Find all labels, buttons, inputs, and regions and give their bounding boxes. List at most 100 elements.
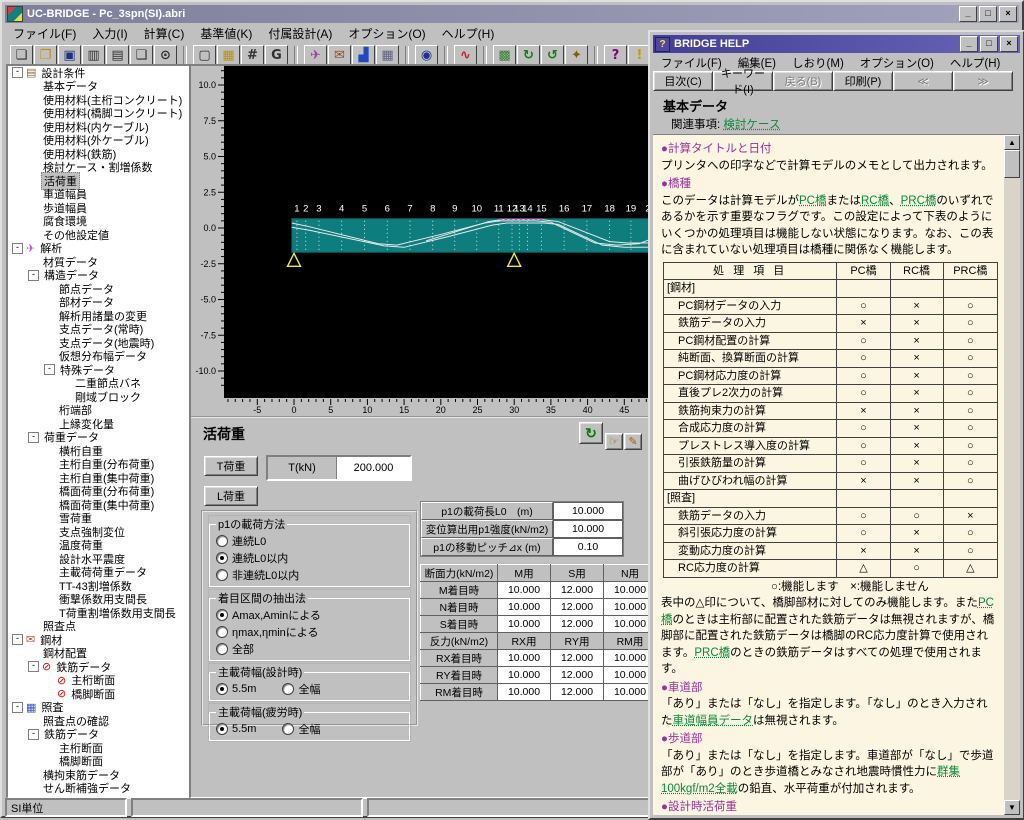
radio-option[interactable]: 全幅 <box>282 721 320 737</box>
radio-icon[interactable] <box>216 643 228 655</box>
help-maximize-icon[interactable]: □ <box>980 36 998 52</box>
parameter-value[interactable]: 10.000 <box>553 520 623 538</box>
monitor-button[interactable]: ▢ <box>193 45 216 66</box>
help-menu-item[interactable]: しおり(M) <box>784 54 852 72</box>
force-value-cell[interactable]: 10.000 <box>498 582 551 599</box>
expand-toggle-icon[interactable]: - <box>28 661 39 672</box>
help-menu-item[interactable]: ファイル(F) <box>653 54 730 72</box>
help-link[interactable]: PC橋 <box>799 195 826 207</box>
zoom-preview-button[interactable]: ⊙ <box>154 45 177 66</box>
edit-table-button[interactable]: ▩ <box>493 45 516 66</box>
refresh-all-button[interactable]: ↺ <box>541 45 564 66</box>
t-load-value[interactable]: 200.000 <box>337 457 410 479</box>
help-link[interactable]: PRC橋 <box>694 647 730 659</box>
main-title-bar[interactable]: UC-BRIDGE - Pc_3spn(SI).abri _ □ × <box>5 5 1019 23</box>
print-preview-button[interactable]: ❑ <box>130 45 153 66</box>
maximize-icon[interactable]: □ <box>979 6 997 22</box>
radio-option[interactable]: 非連続L0以内 <box>216 567 403 583</box>
radio-icon[interactable] <box>216 535 228 547</box>
tree-item[interactable]: -✉鋼材 <box>8 633 189 647</box>
print-button[interactable]: ▤ <box>106 45 129 66</box>
open-folder-button[interactable]: ❐ <box>34 45 57 66</box>
t-load-button[interactable]: T荷重 <box>204 456 258 476</box>
force-value-cell[interactable]: 10.000 <box>498 616 551 633</box>
save-button[interactable]: ▣ <box>58 45 81 66</box>
expand-toggle-icon[interactable]: - <box>12 702 23 713</box>
help-related-link[interactable]: 検討ケース <box>723 119 780 131</box>
radio-icon[interactable] <box>282 683 294 695</box>
minimize-icon[interactable]: _ <box>959 6 977 22</box>
main-menu-item[interactable]: オプション(O) <box>340 24 433 43</box>
help-toolbar-button[interactable]: 目次(C) <box>653 71 713 91</box>
help-link[interactable]: 群集100kgf/m2全載 <box>661 766 960 795</box>
radio-icon[interactable] <box>216 569 228 581</box>
tree-item[interactable]: その他設定値 <box>8 228 189 242</box>
tree-item[interactable]: 橋面荷重(集中荷重) <box>8 498 189 512</box>
expand-toggle-icon[interactable]: - <box>12 634 23 645</box>
main-menu-item[interactable]: 入力(I) <box>84 24 135 43</box>
chart-button[interactable]: ▟ <box>352 45 375 66</box>
help-menu-item[interactable]: ヘルプ(H) <box>942 54 1008 72</box>
main-menu-item[interactable]: ファイル(F) <box>5 24 84 43</box>
radio-option[interactable]: 5.5m <box>216 681 256 697</box>
graph-button[interactable]: ∿ <box>454 45 477 66</box>
force-value-cell[interactable]: 10.000 <box>498 667 551 684</box>
radio-option[interactable]: ηmax,ηminによる <box>216 624 403 640</box>
main-menu-item[interactable]: 付属設計(A) <box>260 24 340 43</box>
scroll-thumb[interactable] <box>1004 150 1020 178</box>
force-value-cell[interactable]: 12.000 <box>551 684 604 701</box>
help-toolbar-button[interactable]: キーワード(I) <box>713 71 773 91</box>
help-menu-item[interactable]: オプション(O) <box>852 54 942 72</box>
force-value-cell[interactable]: 12.000 <box>551 667 604 684</box>
radio-option[interactable]: 全部 <box>216 641 403 657</box>
help-toolbar-button[interactable]: 印刷(P) <box>833 71 893 91</box>
help-title-bar[interactable]: ? BRIDGE HELP _ □ × <box>653 35 1020 53</box>
main-menu-item[interactable]: ヘルプ(H) <box>434 24 503 43</box>
tree-item[interactable]: 剛域ブロック <box>8 390 189 404</box>
radio-icon[interactable] <box>216 723 228 735</box>
globe-button[interactable]: ◉ <box>415 45 438 66</box>
force-value-cell[interactable]: 12.000 <box>551 599 604 616</box>
archive-button[interactable]: ▦ <box>217 45 240 66</box>
tree-item[interactable]: 車道幅員 <box>8 188 189 202</box>
main-menu-item[interactable]: 基準値(K) <box>192 24 260 43</box>
help-link[interactable]: PRC橋 <box>901 195 937 207</box>
tree-item[interactable]: せん断補強データ <box>8 782 189 796</box>
model-button[interactable]: ✈ <box>304 45 327 66</box>
force-value-cell[interactable]: 10.000 <box>498 599 551 616</box>
radio-icon[interactable] <box>216 683 228 695</box>
force-value-cell[interactable]: 12.000 <box>551 650 604 667</box>
expand-toggle-icon[interactable]: - <box>28 432 39 443</box>
help-button[interactable]: ? <box>604 45 627 66</box>
scroll-down-icon[interactable]: ▼ <box>1004 800 1020 815</box>
tree-item[interactable]: 活荷重 <box>8 174 189 188</box>
member-button[interactable]: ✉ <box>328 45 351 66</box>
force-value-cell[interactable]: 12.000 <box>551 616 604 633</box>
radio-option[interactable]: 連続L0以内 <box>216 550 403 566</box>
force-value-cell[interactable]: 10.000 <box>498 650 551 667</box>
force-value-cell[interactable]: 10.000 <box>498 684 551 701</box>
hand-pointer-button[interactable]: ☞ <box>605 433 623 450</box>
expand-toggle-icon[interactable]: - <box>28 270 39 281</box>
pen-help-button[interactable]: ✎ <box>624 433 642 450</box>
tree-item[interactable]: 検討ケース・割増係数 <box>8 161 189 175</box>
expand-toggle-icon[interactable]: - <box>28 729 39 740</box>
refresh-button[interactable]: ↻ <box>517 45 540 66</box>
help-link[interactable]: 車道幅員データ <box>673 715 754 727</box>
tree-item[interactable]: 歩道幅員 <box>8 201 189 215</box>
force-value-cell[interactable]: 12.000 <box>551 582 604 599</box>
radio-option[interactable]: 全幅 <box>282 681 320 697</box>
redraw-button[interactable]: ↻ <box>579 422 603 444</box>
radio-icon[interactable] <box>282 723 294 735</box>
tree-item[interactable]: 照査点 <box>8 620 189 634</box>
key-button[interactable]: ✦ <box>565 45 588 66</box>
help-link[interactable]: PC橋 <box>661 597 994 626</box>
print-setup-button[interactable]: ▥ <box>82 45 105 66</box>
expand-toggle-icon[interactable]: - <box>44 364 55 375</box>
main-menu-item[interactable]: 計算(C) <box>136 24 193 43</box>
radio-icon[interactable] <box>216 552 228 564</box>
help-link[interactable]: RC橋 <box>861 195 889 207</box>
expand-toggle-icon[interactable]: - <box>12 243 23 254</box>
tree-item[interactable]: ⊘橋脚断面 <box>8 687 189 701</box>
radio-option[interactable]: Amax,Aminによる <box>216 607 403 623</box>
